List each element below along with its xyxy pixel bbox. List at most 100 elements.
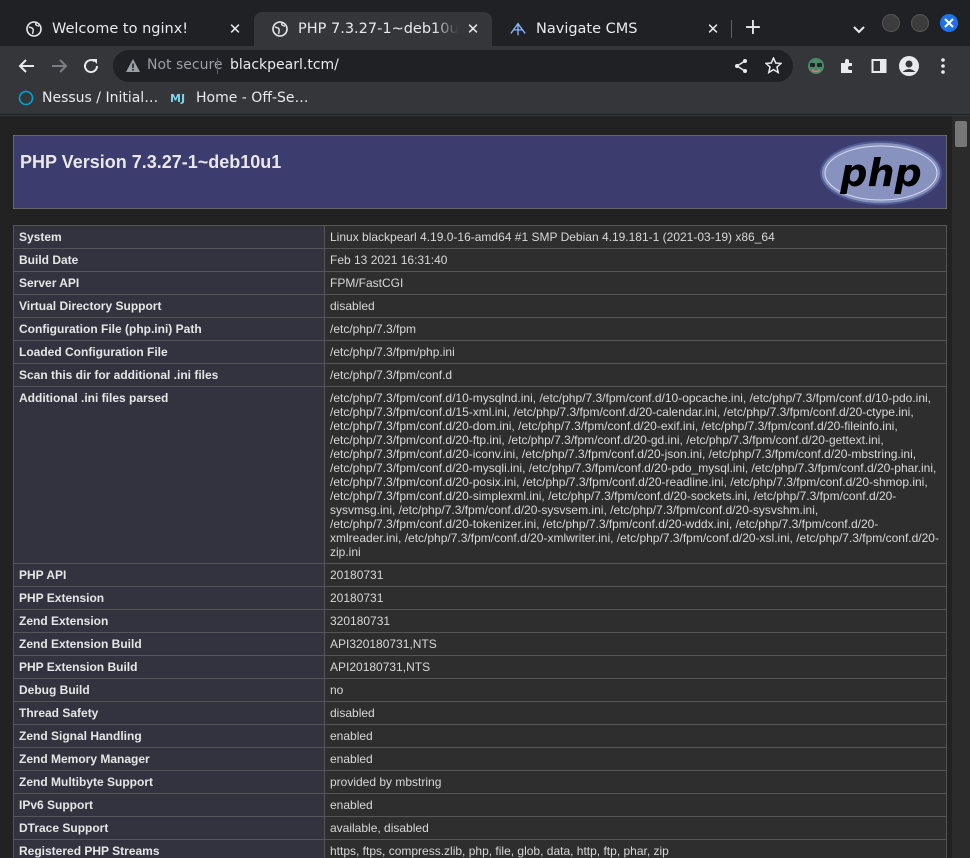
reload-icon: [84, 59, 99, 74]
browser-window: Welcome to nginx! ✕ PHP 7.3.27-1~deb10u1…: [0, 0, 970, 858]
row-value: API320180731,NTS: [324, 632, 947, 656]
table-row: DTrace Support available, disabled: [13, 816, 947, 840]
row-key: PHP Extension: [13, 586, 325, 610]
tab-welcome-nginx[interactable]: Welcome to nginx! ✕: [8, 12, 254, 46]
svg-text:MJ: MJ: [170, 92, 185, 105]
arrow-left-icon: [18, 59, 34, 73]
table-row: Thread Safety disabled: [13, 701, 947, 725]
url-text[interactable]: blackpearl.tcm/: [230, 57, 339, 73]
row-key: IPv6 Support: [13, 793, 325, 817]
bookmarks-bar: Nessus / Initial… MJ Home - Off-Se…: [0, 86, 970, 115]
close-tab-icon[interactable]: ✕: [226, 20, 244, 38]
row-key: Scan this dir for additional .ini files: [13, 363, 325, 387]
bookmark-label: Nessus / Initial…: [42, 90, 159, 106]
row-value: /etc/php/7.3/fpm: [324, 317, 947, 341]
row-value: Linux blackpearl 4.19.0-16-amd64 #1 SMP …: [324, 225, 947, 249]
page-viewport[interactable]: PHP Version 7.3.27-1~deb10u1 php System L…: [0, 116, 970, 858]
table-row: Configuration File (php.ini) Path/etc/ph…: [13, 317, 947, 341]
row-key: Loaded Configuration File: [13, 340, 325, 364]
minimize-button[interactable]: [882, 14, 900, 32]
table-row: Debug Build no: [13, 678, 947, 702]
row-key: Zend Memory Manager: [13, 747, 325, 771]
row-value: enabled: [324, 747, 947, 771]
table-row: PHP Extension Build API20180731,NTS: [13, 655, 947, 679]
row-value: available, disabled: [324, 816, 947, 840]
info-table: System Linux blackpearl 4.19.0-16-amd64 #…: [13, 225, 947, 858]
side-panel-icon[interactable]: [869, 56, 889, 76]
reload-button[interactable]: [79, 54, 103, 78]
table-row: Zend Signal Handling enabled: [13, 724, 947, 748]
page-title: PHP Version 7.3.27-1~deb10u1: [20, 152, 282, 172]
tab-separator: [731, 20, 732, 38]
new-tab-button[interactable]: +: [742, 17, 764, 39]
row-key: Thread Safety: [13, 701, 325, 725]
row-value: enabled: [324, 793, 947, 817]
row-value: enabled: [324, 724, 947, 748]
table-row: Additional .ini files parsed/etc/php/7.3…: [13, 386, 947, 564]
table-row: Server API FPM/FastCGI: [13, 271, 947, 295]
scrollbar-thumb[interactable]: [955, 121, 967, 147]
table-row: Scan this dir for additional .ini files /…: [13, 363, 947, 387]
table-row: Zend Memory Manager enabled: [13, 747, 947, 771]
row-key: Server API: [13, 271, 325, 295]
row-key: Zend Extension: [13, 609, 325, 633]
row-value: disabled: [324, 294, 947, 318]
table-row: Loaded Configuration File/etc/php/7.3/fp…: [13, 340, 947, 364]
row-key: Build Date: [13, 248, 325, 272]
row-key: Debug Build: [13, 678, 325, 702]
table-row: Zend Extension Build API320180731,NTS: [13, 632, 947, 656]
tab-phpinfo[interactable]: PHP 7.3.27-1~deb10u1 - phpinfo() ✕: [254, 12, 492, 46]
address-bar[interactable]: Not secure blackpearl.tcm/: [113, 50, 793, 82]
profile-icon[interactable]: [899, 56, 919, 76]
chevron-down-icon[interactable]: [850, 20, 868, 38]
globe-icon: [272, 21, 288, 37]
row-key: Configuration File (php.ini) Path: [13, 317, 325, 341]
close-icon: [944, 18, 954, 28]
row-value: 20180731: [324, 586, 947, 610]
row-key: Zend Extension Build: [13, 632, 325, 656]
table-row: IPv6 Support enabled: [13, 793, 947, 817]
row-value: provided by mbstring: [324, 770, 947, 794]
extension-avatar-icon[interactable]: [806, 56, 826, 76]
close-tab-icon[interactable]: ✕: [704, 20, 722, 38]
table-row: System Linux blackpearl 4.19.0-16-amd64 #…: [13, 225, 947, 249]
row-key: Virtual Directory Support: [13, 294, 325, 318]
row-key: PHP Extension Build: [13, 655, 325, 679]
bookmark-label: Home - Off-Se…: [196, 90, 309, 106]
maximize-button[interactable]: [911, 14, 929, 32]
share-icon[interactable]: [733, 58, 749, 74]
puzzle-icon[interactable]: [837, 56, 857, 76]
browser-toolbar: Not secure blackpearl.tcm/: [0, 46, 970, 86]
vertical-scrollbar[interactable]: [952, 116, 970, 858]
row-key: PHP API: [13, 563, 325, 587]
kebab-menu-icon[interactable]: [933, 56, 953, 76]
row-value: Feb 13 2021 16:31:40: [324, 248, 947, 272]
tab-label: Welcome to nginx!: [52, 21, 189, 37]
row-value: 320180731: [324, 609, 947, 633]
tab-label: Navigate CMS: [536, 21, 638, 37]
warning-icon[interactable]: [125, 58, 141, 74]
bookmark-nessus[interactable]: Nessus / Initial…: [18, 90, 158, 106]
row-value: /etc/php/7.3/fpm/php.ini: [324, 340, 947, 364]
row-key: Registered PHP Streams: [13, 839, 325, 858]
close-tab-icon[interactable]: ✕: [464, 20, 482, 38]
table-row: Build Date Feb 13 2021 16:31:40: [13, 248, 947, 272]
php-logo: php: [820, 141, 942, 205]
table-row: PHP API 20180731: [13, 563, 947, 587]
tab-navigate-cms[interactable]: Navigate CMS ✕: [492, 12, 732, 46]
back-button[interactable]: [15, 54, 39, 78]
tab-label: PHP 7.3.27-1~deb10u1 - phpinfo(): [298, 21, 458, 37]
row-key: Zend Multibyte Support: [13, 770, 325, 794]
forward-button[interactable]: [47, 54, 71, 78]
row-value: /etc/php/7.3/fpm/conf.d: [324, 363, 947, 387]
bookmark-home-offsec[interactable]: MJ Home - Off-Se…: [170, 90, 309, 106]
security-label[interactable]: Not secure: [147, 57, 223, 73]
close-window-button[interactable]: [940, 14, 958, 32]
table-row: Zend Extension 320180731: [13, 609, 947, 633]
row-key: DTrace Support: [13, 816, 325, 840]
phpinfo-header: PHP Version 7.3.27-1~deb10u1 php: [13, 135, 947, 209]
bookmark-star-icon[interactable]: [764, 56, 783, 75]
nessus-icon: [18, 90, 34, 106]
arrow-right-icon: [52, 59, 68, 73]
divider: [217, 58, 218, 74]
